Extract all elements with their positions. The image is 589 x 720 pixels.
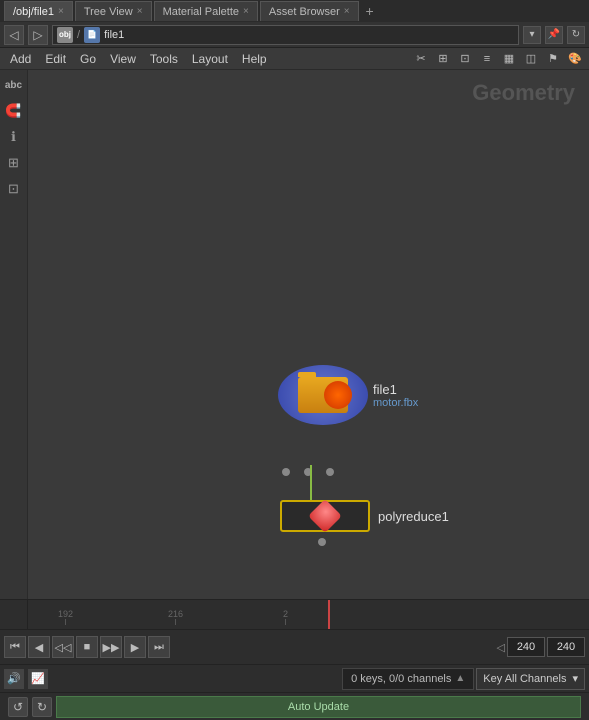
path-file-label: file1 [104,29,124,41]
timeline-ruler[interactable]: 192 216 2 [28,600,589,629]
tab-close-3[interactable]: × [344,6,350,17]
tab-asset-browser[interactable]: Asset Browser × [260,1,359,21]
tab-label: Material Palette [163,6,239,18]
ruler-mark-2: 2 [283,609,288,625]
frame-start-input[interactable] [507,637,545,657]
menu-bar: Add Edit Go View Tools Layout Help ✂ ⊞ ⊡… [0,48,589,70]
sidebar-icon-grid[interactable]: ⊞ [3,152,25,174]
toolbar-icon-split[interactable]: ◫ [521,50,541,68]
reload-button[interactable]: ↻ [567,26,585,44]
node-file1[interactable]: file1 motor.fbx [278,365,368,425]
keys-arrow-up[interactable]: ▲ [455,673,465,684]
geometry-label: Geometry [472,80,575,106]
auto-update-bar: ↺ ↻ Auto Update [0,692,589,720]
tab-obj-file1[interactable]: /obj/file1 × [4,1,73,21]
tab-label: Tree View [84,6,133,18]
connector-dot-top-right [326,468,334,476]
menu-view[interactable]: View [104,50,142,68]
timeline-area[interactable]: 192 216 2 [0,599,589,629]
prev-frame-button[interactable]: ◀ [28,636,50,658]
keys-label: 0 keys, 0/0 channels [351,673,451,685]
forward-button[interactable]: ▷ [28,25,48,45]
menu-help[interactable]: Help [236,50,273,68]
main-area: abc 🧲 ℹ ⊞ ⊡ Geometry file1 motor.fbx [0,70,589,599]
next-frame-button[interactable]: ▶ [124,636,146,658]
file-path-icon: 📄 [84,27,100,43]
audio-icon[interactable]: 🔊 [4,669,24,689]
address-bar: ◁ ▷ obj / 📄 file1 ▾ 📌 ↻ [0,22,589,48]
polyreduce-gem-icon [308,499,342,533]
skip-start-button[interactable]: ⏮ [4,636,26,658]
auto-update-label: Auto Update [288,701,349,713]
toolbar-icon-list[interactable]: ≡ [477,50,497,68]
bottom-controls: ⏮ ◀ ◁◁ ■ ▶▶ ▶ ⏭ ◁ [0,629,589,664]
menu-go[interactable]: Go [74,50,102,68]
tab-add-button[interactable]: + [361,2,379,20]
tab-label: Asset Browser [269,6,340,18]
play-backward-button[interactable]: ◁◁ [52,636,74,658]
skip-end-button[interactable]: ⏭ [148,636,170,658]
tab-close-0[interactable]: × [58,6,64,17]
sidebar-icon-network[interactable]: ⊡ [3,178,25,200]
pin-button[interactable]: 📌 [545,26,563,44]
tab-label: /obj/file1 [13,6,54,18]
refresh-button-1[interactable]: ↺ [8,697,28,717]
menu-tools[interactable]: Tools [144,50,184,68]
menu-add[interactable]: Add [4,50,37,68]
channel-icon[interactable]: 📈 [28,669,48,689]
channel-dropdown-arrow: ▾ [572,672,578,685]
keys-display: 0 keys, 0/0 channels ▲ [342,668,474,690]
tab-material-palette[interactable]: Material Palette × [154,1,258,21]
toolbar-icon-grid[interactable]: ⊞ [433,50,453,68]
stop-button[interactable]: ■ [76,636,98,658]
connector-line [310,465,312,505]
address-dropdown[interactable]: ▾ [523,26,541,44]
toolbar-icon-boxes[interactable]: ⊡ [455,50,475,68]
ruler-mark-192: 192 [58,609,73,625]
frame-end-input[interactable] [547,637,585,657]
sidebar-icon-info[interactable]: ℹ [3,126,25,148]
ruler-mark-216: 216 [168,609,183,625]
node-file1-label: file1 [373,382,397,397]
toolbar-icon-table[interactable]: ▦ [499,50,519,68]
connector-dot-top-left [282,468,290,476]
channel-selector[interactable]: Key All Channels ▾ [476,668,585,690]
sidebar-icon-snap[interactable]: 🧲 [3,100,25,122]
channel-selector-label: Key All Channels [483,673,566,685]
node-polyreduce1[interactable]: polyreduce1 [280,500,449,532]
channel-controls: 0 keys, 0/0 channels ▲ Key All Channels … [342,668,585,690]
menu-layout[interactable]: Layout [186,50,234,68]
node-polyreduce1-box [280,500,370,532]
channel-box: 🔊 📈 0 keys, 0/0 channels ▲ Key All Chann… [0,664,589,692]
play-forward-button[interactable]: ▶▶ [100,636,122,658]
toolbar-icon-cut[interactable]: ✂ [411,50,431,68]
toolbar-icon-flag[interactable]: ⚑ [543,50,563,68]
connector-dot-bottom [318,538,326,546]
tab-close-1[interactable]: × [137,6,143,17]
obj-path-icon: obj [57,27,73,43]
sidebar-icon-text[interactable]: abc [3,74,25,96]
node-file1-sublabel: motor.fbx [373,397,418,409]
node-graph[interactable]: Geometry file1 motor.fbx polyreduce [28,70,589,599]
menu-edit[interactable]: Edit [39,50,72,68]
back-button[interactable]: ◁ [4,25,24,45]
tab-tree-view[interactable]: Tree View × [75,1,152,21]
refresh-button-2[interactable]: ↻ [32,697,52,717]
toolbar-icon-color[interactable]: 🎨 [565,50,585,68]
left-sidebar: abc 🧲 ℹ ⊞ ⊡ [0,70,28,599]
auto-update-button[interactable]: Auto Update [56,696,581,718]
frame-left-arrow[interactable]: ◁ [497,641,505,654]
toolbar-icons: ✂ ⊞ ⊡ ≡ ▦ ◫ ⚑ 🎨 [411,50,585,68]
tab-close-2[interactable]: × [243,6,249,17]
node-file1-icon [278,365,368,425]
timeline-playhead [328,600,330,629]
tab-bar: /obj/file1 × Tree View × Material Palett… [0,0,589,22]
houdini-gem-icon [324,381,352,409]
folder-icon [298,377,348,413]
node-polyreduce1-label: polyreduce1 [378,509,449,524]
